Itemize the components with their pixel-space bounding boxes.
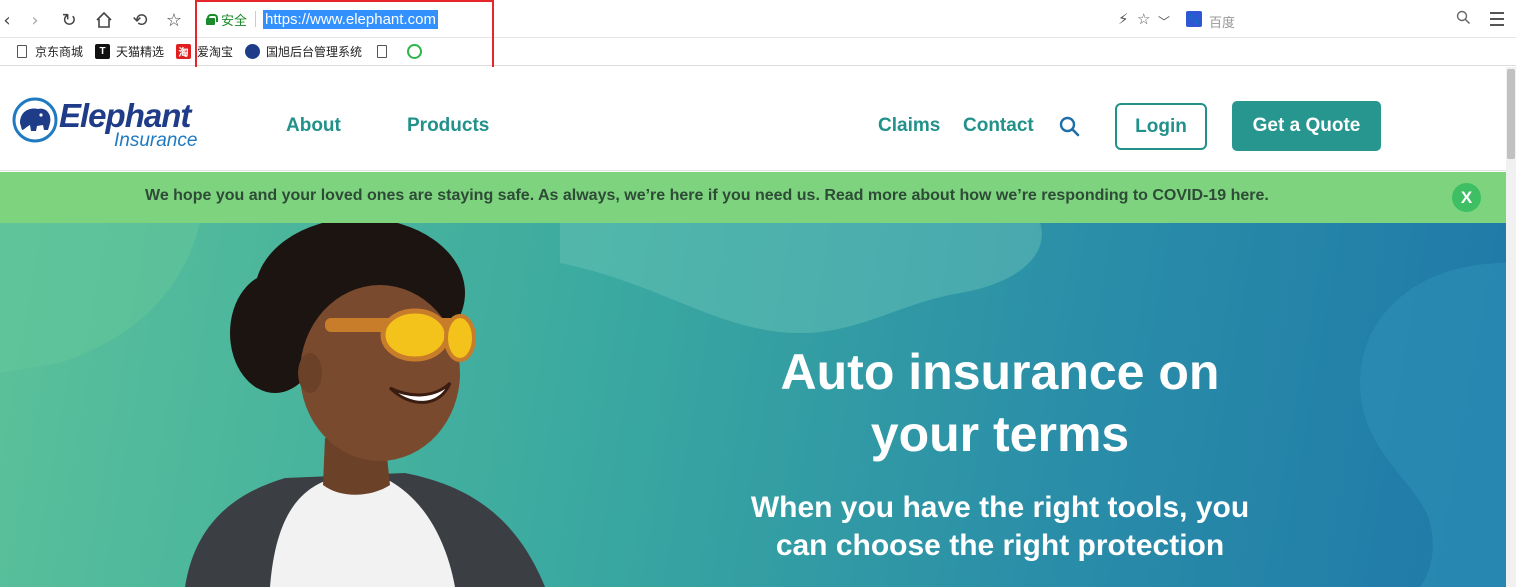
page-icon bbox=[374, 44, 389, 59]
site-search-icon[interactable] bbox=[1059, 116, 1080, 137]
divider bbox=[255, 11, 257, 27]
covid-banner: We hope you and your loved ones are stay… bbox=[0, 172, 1506, 223]
logo-subtitle: Insurance bbox=[114, 130, 198, 151]
bookmark-label: 国旭后台管理系统 bbox=[266, 45, 363, 59]
guoxu-icon bbox=[245, 44, 261, 59]
nav-products[interactable]: Products bbox=[407, 115, 489, 137]
bookmark-label: 爱淘宝 bbox=[197, 45, 234, 59]
taobao-icon: 淘 bbox=[176, 44, 192, 59]
login-button[interactable]: Login bbox=[1115, 103, 1207, 150]
hero-subtitle-line-2: can choose the right protection bbox=[775, 529, 1225, 562]
nav-claims[interactable]: Claims bbox=[878, 115, 940, 137]
nav-contact[interactable]: Contact bbox=[963, 115, 1034, 137]
bookmark-label: 天猫精选 bbox=[116, 45, 165, 59]
nav-about[interactable]: About bbox=[286, 115, 341, 137]
secure-label: 安全 bbox=[221, 12, 248, 28]
page-scrollbar[interactable] bbox=[1506, 67, 1516, 587]
undo-icon[interactable]: ⟲ bbox=[129, 9, 151, 31]
banner-message[interactable]: We hope you and your loved ones are stay… bbox=[145, 187, 1269, 205]
lock-icon bbox=[206, 14, 218, 25]
page-icon bbox=[14, 44, 29, 59]
elephant-logo[interactable]: Elephant Insurance bbox=[12, 97, 212, 151]
favorite-star-icon[interactable]: ☆ bbox=[1137, 10, 1150, 28]
scrollbar-thumb[interactable] bbox=[1507, 69, 1515, 159]
hero-subtitle-line-1: When you have the right tools, you bbox=[750, 491, 1250, 524]
home-icon[interactable] bbox=[93, 9, 115, 31]
bookmark-tmall[interactable]: T 天猫精选 bbox=[95, 43, 164, 60]
site-header: Elephant Insurance About Products Claims… bbox=[0, 67, 1506, 171]
lightning-icon[interactable]: ⚡ bbox=[1118, 10, 1129, 28]
bookmark-star-icon[interactable]: ☆ bbox=[163, 9, 185, 31]
baidu-paw-icon[interactable]: 🐾 bbox=[1186, 11, 1202, 27]
menu-icon[interactable] bbox=[1490, 12, 1504, 26]
hero-title: Auto insurance on your terms bbox=[700, 341, 1300, 465]
chevron-down-icon[interactable]: ﹀ bbox=[1158, 13, 1170, 30]
bookmark-blank[interactable] bbox=[374, 44, 395, 59]
bookmark-label: 京东商城 bbox=[35, 45, 84, 59]
hero-section: Auto insurance on your terms When you ha… bbox=[0, 223, 1506, 587]
hero-person-image bbox=[185, 223, 545, 587]
bookmark-jd[interactable]: 京东商城 bbox=[14, 43, 83, 60]
forward-icon[interactable]: › bbox=[24, 9, 46, 31]
get-quote-button[interactable]: Get a Quote bbox=[1232, 101, 1381, 151]
close-banner-button[interactable]: X bbox=[1452, 183, 1481, 212]
search-engine-input[interactable]: 百度 bbox=[1209, 12, 1235, 31]
elephant-icon bbox=[12, 97, 58, 143]
reload-icon[interactable]: ↻ bbox=[58, 9, 80, 31]
bookmark-guoxu[interactable]: 国旭后台管理系统 bbox=[245, 43, 362, 60]
address-bar[interactable]: 安全 https://www.elephant.com bbox=[198, 6, 668, 32]
bookmark-green[interactable] bbox=[407, 44, 428, 59]
browser-toolbar: ‹ › ↻ ⟲ ☆ 安全 https://www.elephant.com ⚡ … bbox=[0, 0, 1516, 38]
url-text[interactable]: https://www.elephant.com bbox=[263, 9, 438, 29]
tmall-icon: T bbox=[95, 44, 111, 59]
green-circle-icon bbox=[407, 44, 423, 59]
hero-title-line-2: your terms bbox=[870, 406, 1130, 462]
hero-subtitle: When you have the right tools, you can c… bbox=[720, 489, 1280, 565]
bookmarks-bar: 京东商城 T 天猫精选 淘 爱淘宝 国旭后台管理系统 bbox=[0, 38, 1516, 66]
hero-title-line-1: Auto insurance on bbox=[780, 344, 1220, 400]
search-icon[interactable] bbox=[1456, 10, 1471, 29]
bookmark-taobao[interactable]: 淘 爱淘宝 bbox=[176, 43, 233, 60]
back-icon[interactable]: ‹ bbox=[0, 9, 18, 31]
